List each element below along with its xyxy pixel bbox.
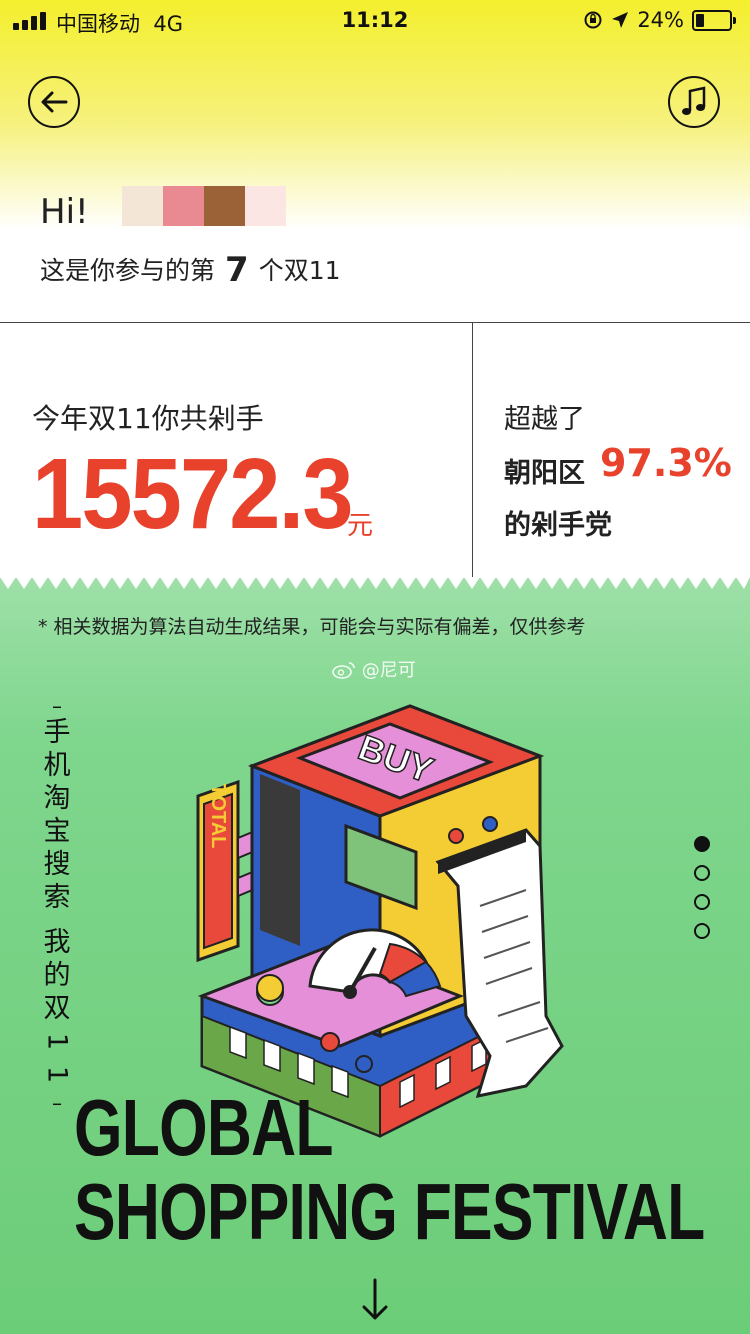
disclaimer: * 相关数据为算法自动生成结果，可能会与实际有偏差，仅供参考 <box>38 616 586 638</box>
festival-poster[interactable]: * 相关数据为算法自动生成结果，可能会与实际有偏差，仅供参考 @尼可 – 手机淘… <box>0 577 750 1334</box>
total-sign-label: TOTAL <box>207 784 229 849</box>
vertical-text: 手机淘宝搜索我的双 1 1 <box>40 716 74 1091</box>
party-label: 的剁手党 <box>504 510 612 541</box>
vertical-text-char <box>40 914 74 926</box>
battery-icon <box>692 9 736 31</box>
spent-amount: 15572.3 <box>32 438 354 550</box>
name-block <box>163 186 204 226</box>
vertical-text-char: 机 <box>43 750 71 781</box>
district-label: 朝阳区 <box>504 458 585 489</box>
back-button[interactable] <box>28 76 80 128</box>
currency-label: 元 <box>347 511 374 541</box>
page-dot[interactable] <box>694 865 710 881</box>
vertical-text-char: 宝 <box>43 816 71 847</box>
zigzag-edge <box>0 577 750 589</box>
watermark: @尼可 <box>332 656 416 682</box>
status-bar: 中国移动 4G 11:12 24% <box>0 0 750 44</box>
greeting: Hi! <box>40 192 89 232</box>
rotation-lock-icon <box>584 11 602 29</box>
page-dot-active[interactable] <box>694 836 710 852</box>
header-area: 中国移动 4G 11:12 24% Hi! 这是你参与的第 7 个双11 <box>0 0 750 322</box>
blurred-username <box>122 186 286 226</box>
arrow-left-icon <box>41 91 68 113</box>
headline-line-2: SHOPPING FESTIVAL <box>74 1167 705 1256</box>
divider <box>472 323 473 591</box>
vertical-text-char: 双 <box>43 993 71 1024</box>
music-note-icon <box>682 86 706 115</box>
participation-text: 这是你参与的第 7 个双11 <box>40 250 341 290</box>
shopping-machine-illustration: TOTAL BUY <box>196 704 564 1138</box>
headline-line-1: GLOBAL <box>74 1083 334 1172</box>
vertical-text-char: 索 <box>43 882 71 913</box>
vertical-text-char: 搜 <box>43 849 71 880</box>
music-button[interactable] <box>668 76 720 128</box>
name-block <box>122 186 163 226</box>
battery-percent: 24% <box>637 8 684 32</box>
vertical-text-char: 手 <box>43 717 71 748</box>
vertical-text-char: 淘 <box>43 783 71 814</box>
name-block <box>245 186 286 226</box>
page-dot[interactable] <box>694 923 710 939</box>
weibo-icon <box>332 662 355 679</box>
vertical-text-char: 1 <box>41 1065 73 1084</box>
location-icon <box>612 12 629 28</box>
page-indicator[interactable] <box>694 836 710 952</box>
arrow-down-icon[interactable] <box>360 1278 390 1322</box>
spent-label: 今年双11你共剁手 <box>32 402 264 435</box>
page-dot[interactable] <box>694 894 710 910</box>
beyond-label: 超越了 <box>504 404 585 435</box>
participation-count: 7 <box>225 250 249 290</box>
stats-panel: 今年双11你共剁手 15572.3 元 超越了 朝阳区 97.3% 的剁手党 <box>0 322 750 591</box>
name-block <box>204 186 245 226</box>
vertical-text-char: 1 <box>41 1032 73 1051</box>
festival-headline: GLOBAL SHOPPING FESTIVAL <box>74 1083 705 1256</box>
vertical-text-char: 的 <box>43 960 71 991</box>
percentile-value: 97.3% <box>600 441 732 485</box>
vertical-text-char: 我 <box>43 927 71 958</box>
vertical-search-hint: – 手机淘宝搜索我的双11 – <box>40 694 74 1115</box>
